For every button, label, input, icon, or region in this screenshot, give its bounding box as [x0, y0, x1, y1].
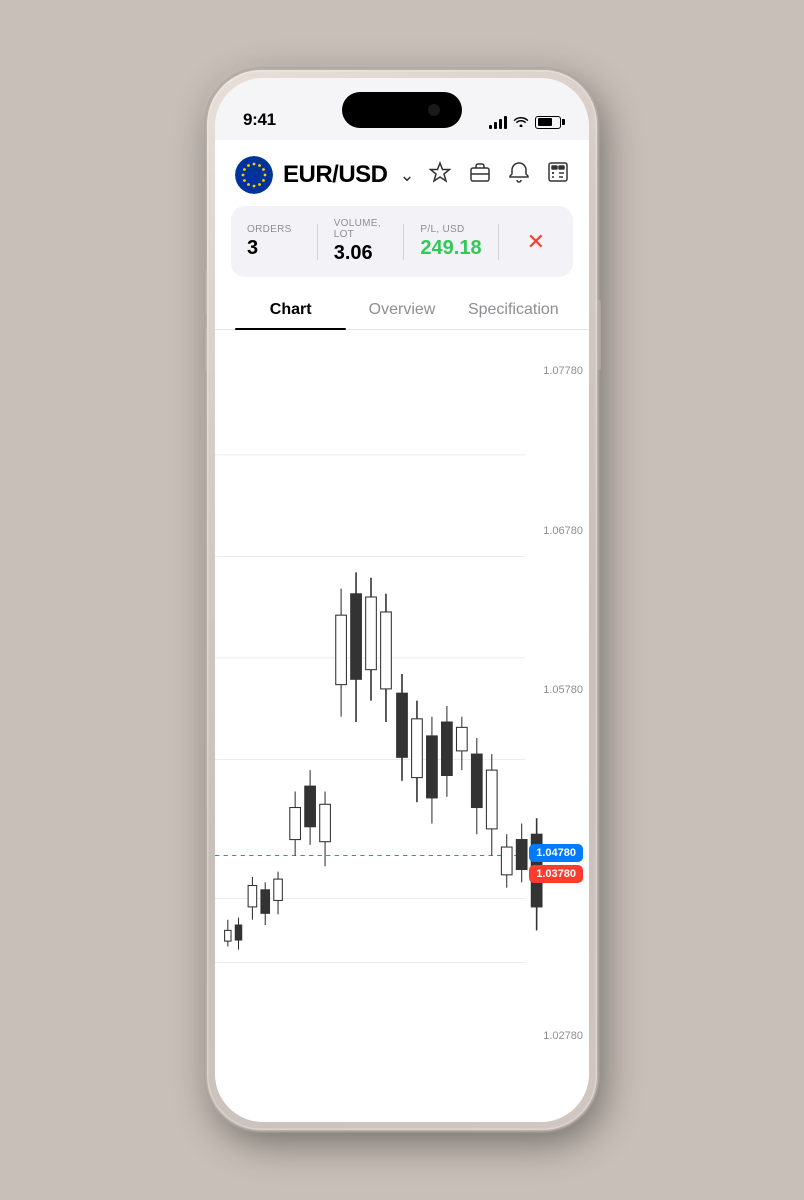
candle-19 — [486, 754, 497, 856]
tab-chart[interactable]: Chart — [235, 291, 346, 329]
candle-2 — [235, 918, 241, 950]
briefcase-icon[interactable] — [469, 161, 491, 189]
volume-up-button[interactable] — [203, 270, 207, 314]
status-icons — [489, 114, 561, 130]
volume-value: 3.06 — [334, 242, 388, 265]
candle-16 — [442, 706, 453, 797]
candle-12 — [381, 594, 392, 722]
camera-dot — [428, 104, 440, 116]
dynamic-island — [342, 92, 462, 128]
candle-9 — [336, 588, 347, 716]
stat-divider-2 — [403, 224, 404, 260]
candle-1 — [225, 920, 231, 947]
bell-icon[interactable] — [509, 161, 529, 189]
close-button[interactable]: ✕ — [515, 221, 557, 263]
candle-8 — [320, 791, 331, 866]
candle-17 — [456, 717, 467, 770]
orders-label: ORDERS — [247, 224, 301, 235]
price-1.02780: 1.02780 — [515, 1030, 583, 1042]
close-icon: ✕ — [527, 229, 545, 254]
pair-selector[interactable]: EUR/USD ⌄ — [235, 156, 415, 194]
candle-3 — [248, 877, 257, 920]
candle-14 — [412, 701, 423, 803]
tab-specification[interactable]: Specification — [458, 291, 569, 329]
candle-18 — [471, 738, 482, 834]
stat-divider-3 — [498, 224, 499, 260]
stats-bar: ORDERS 3 VOLUME, LOT 3.06 P/L, USD 249.1… — [231, 206, 573, 277]
candle-5 — [274, 872, 283, 915]
app-content: EUR/USD ⌄ — [215, 140, 589, 1122]
pl-label: P/L, USD — [420, 224, 481, 235]
tabs: Chart Overview Specification — [215, 291, 589, 330]
phone-frame: 9:41 — [207, 70, 597, 1130]
price-1.07780: 1.07780 — [515, 365, 583, 377]
volume-label: VOLUME, LOT — [334, 218, 388, 240]
candle-20 — [501, 834, 512, 887]
currency-flag — [235, 156, 273, 194]
header: EUR/USD ⌄ — [215, 140, 589, 206]
calculator-icon[interactable] — [547, 161, 569, 189]
status-time: 9:41 — [243, 110, 276, 130]
candle-10 — [351, 572, 362, 722]
volume-down-button[interactable] — [203, 328, 207, 372]
signal-icon — [489, 115, 507, 129]
chart-area: 1.07780 1.06780 1.05780 1.04780 1.03780 … — [215, 330, 589, 1082]
pl-stat: P/L, USD 249.18 — [420, 224, 481, 260]
price-labels: 1.07780 1.06780 1.05780 1.04780 1.03780 … — [515, 330, 583, 1082]
price-1.03780-badge: 1.03780 — [529, 865, 583, 883]
phone-screen: 9:41 — [215, 78, 589, 1122]
battery-icon — [535, 116, 561, 129]
orders-value: 3 — [247, 237, 301, 260]
star-icon[interactable] — [429, 161, 451, 189]
pl-value: 249.18 — [420, 237, 481, 260]
price-1.04780-badge: 1.04780 — [529, 844, 583, 862]
price-1.05780: 1.05780 — [515, 684, 583, 696]
pair-name: EUR/USD — [283, 161, 388, 189]
wifi-icon — [513, 114, 529, 130]
stat-divider-1 — [317, 224, 318, 260]
power-button[interactable] — [597, 300, 601, 370]
candle-13 — [397, 674, 408, 781]
candle-11 — [366, 578, 377, 701]
candle-15 — [427, 717, 438, 824]
price-1.06780: 1.06780 — [515, 525, 583, 537]
pair-chevron-icon: ⌄ — [400, 165, 415, 186]
candle-6 — [290, 791, 301, 855]
candle-4 — [261, 882, 270, 925]
header-actions — [429, 161, 569, 189]
volume-stat: VOLUME, LOT 3.06 — [334, 218, 388, 265]
price-badges: 1.04780 1.03780 — [515, 844, 583, 883]
orders-stat: ORDERS 3 — [247, 224, 301, 260]
tab-overview[interactable]: Overview — [346, 291, 457, 329]
candle-7 — [305, 770, 316, 845]
